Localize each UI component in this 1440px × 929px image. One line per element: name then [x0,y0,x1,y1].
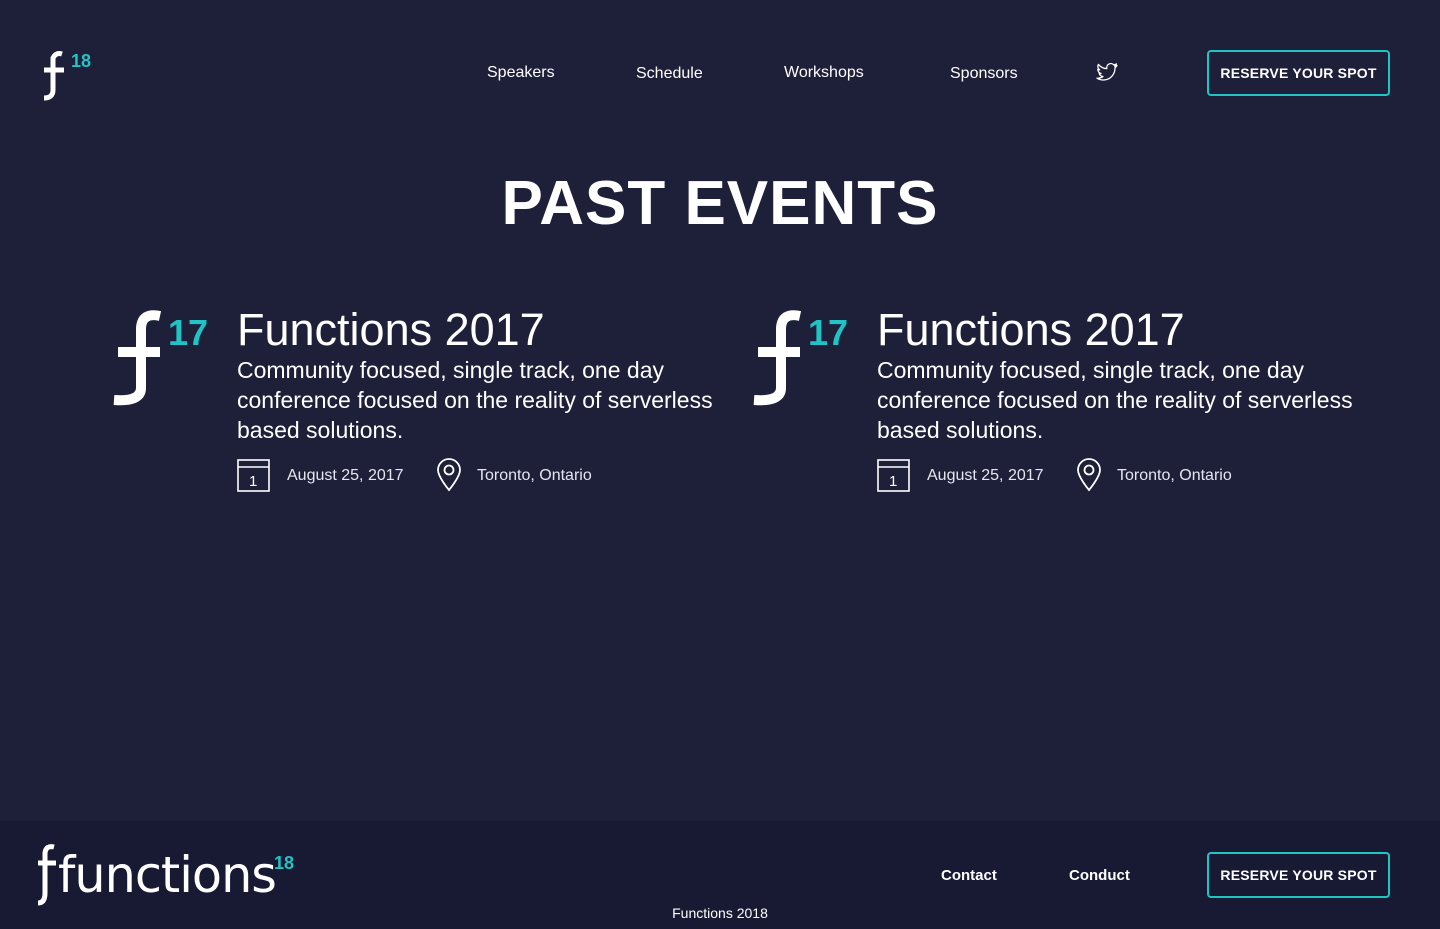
svg-text:18: 18 [274,853,294,873]
copyright: Functions 2018 [672,905,768,921]
event-location: Toronto, Ontario [1117,467,1232,484]
svg-text:1: 1 [889,473,897,490]
event-title: Functions 2017 [237,304,545,355]
nav-speakers[interactable]: Speakers [487,64,555,82]
event-date: August 25, 2017 [927,467,1044,484]
functions-18-wordmark-logo[interactable]: functions 18 [36,843,298,907]
functions-17-logo: 17 [753,310,848,406]
reserve-spot-button[interactable]: RESERVE YOUR SPOT [1207,50,1390,96]
event-card[interactable]: 17 Functions 2017 Community focused, sin… [750,300,1370,510]
svg-text:1: 1 [249,473,257,490]
twitter-icon[interactable] [1095,62,1119,84]
site-header: 18 Speakers Schedule Workshops Sponsors … [0,0,1440,150]
reserve-spot-button[interactable]: RESERVE YOUR SPOT [1207,852,1390,898]
footer-conduct-link[interactable]: Conduct [1069,867,1130,884]
calendar-icon: 1 [237,459,270,492]
svg-text:17: 17 [808,312,848,353]
event-card[interactable]: 17 Functions 2017 Community focused, sin… [110,300,730,510]
svg-text:17: 17 [168,312,208,353]
nav-schedule[interactable]: Schedule [636,65,703,83]
svg-text:functions: functions [58,846,276,904]
event-meta: 1 August 25, 2017 Toronto, Ontario [877,458,1357,494]
site-footer: functions 18 Contact Conduct RESERVE YOU… [0,821,1440,929]
page-title: PAST EVENTS [501,169,939,238]
event-title: Functions 2017 [877,304,1185,355]
event-description: Community focused, single track, one day… [877,357,1353,443]
map-pin-icon [1077,458,1101,492]
event-location: Toronto, Ontario [477,467,592,484]
nav-workshops[interactable]: Workshops [784,64,864,82]
functions-17-logo: 17 [113,310,208,406]
event-description: Community focused, single track, one day… [237,357,713,443]
functions-18-logo[interactable]: 18 [38,46,98,102]
calendar-icon: 1 [877,459,910,492]
footer-contact-link[interactable]: Contact [941,867,997,884]
event-date: August 25, 2017 [287,467,404,484]
event-meta: 1 August 25, 2017 Toronto, Ontario [237,458,717,494]
map-pin-icon [437,458,461,492]
nav-sponsors[interactable]: Sponsors [950,65,1018,83]
svg-text:18: 18 [71,51,91,71]
